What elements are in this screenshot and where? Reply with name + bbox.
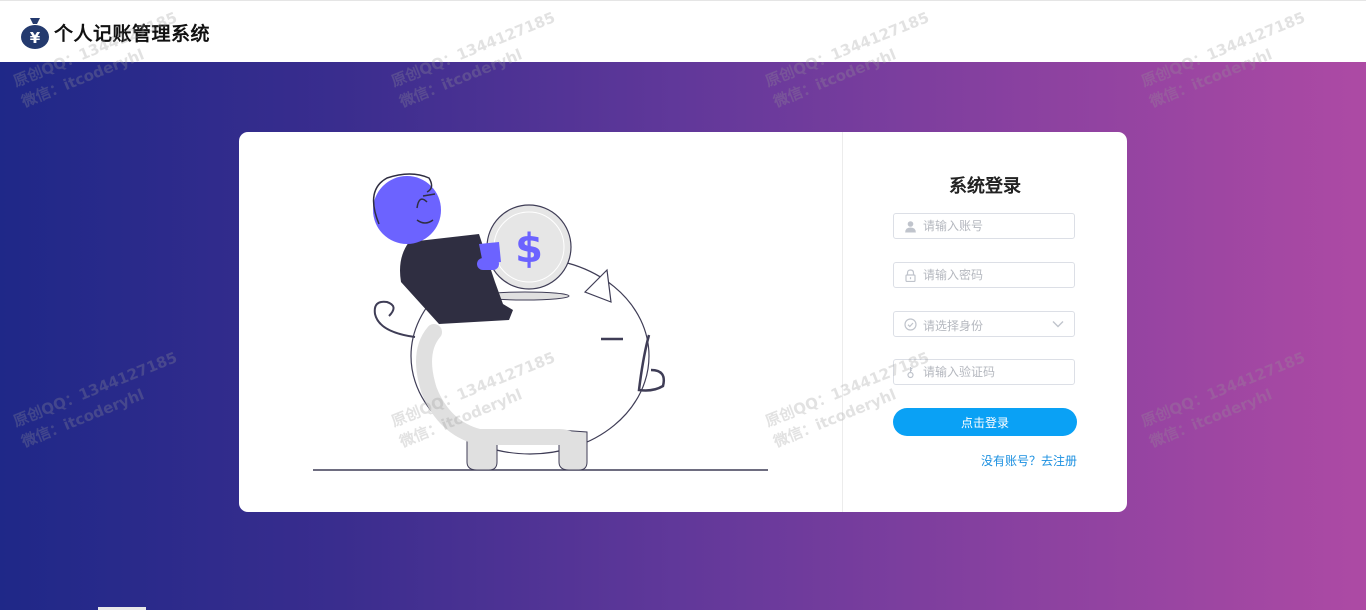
top-bar: ¥ 个人记账管理系统 xyxy=(0,0,1366,62)
login-card: $ 系统登录 请选择身份 xyxy=(239,132,1127,512)
password-input[interactable] xyxy=(923,263,1063,287)
login-button[interactable]: 点击登录 xyxy=(893,408,1077,436)
check-circle-icon xyxy=(904,318,917,331)
user-icon xyxy=(905,221,916,233)
role-select[interactable]: 请选择身份 xyxy=(893,311,1075,337)
key-icon xyxy=(907,367,914,379)
captcha-input[interactable] xyxy=(923,360,1063,384)
account-field[interactable] xyxy=(893,213,1075,239)
vertical-divider xyxy=(842,132,843,512)
role-select-placeholder: 请选择身份 xyxy=(923,319,984,333)
piggy-bank-coin-illustration: $ xyxy=(313,173,768,471)
account-input[interactable] xyxy=(923,214,1063,238)
register-link[interactable]: 没有账号？去注册 xyxy=(939,452,1077,469)
captcha-field[interactable] xyxy=(893,359,1075,385)
coin-dollar-symbol: $ xyxy=(515,226,543,272)
chevron-down-icon xyxy=(1052,321,1064,328)
password-field[interactable] xyxy=(893,262,1075,288)
login-title: 系统登录 xyxy=(949,176,1021,197)
app-title: 个人记账管理系统 xyxy=(54,23,211,45)
svg-text:¥: ¥ xyxy=(30,29,41,47)
money-bag-yen-icon: ¥ xyxy=(21,18,49,49)
lock-icon xyxy=(905,269,916,282)
